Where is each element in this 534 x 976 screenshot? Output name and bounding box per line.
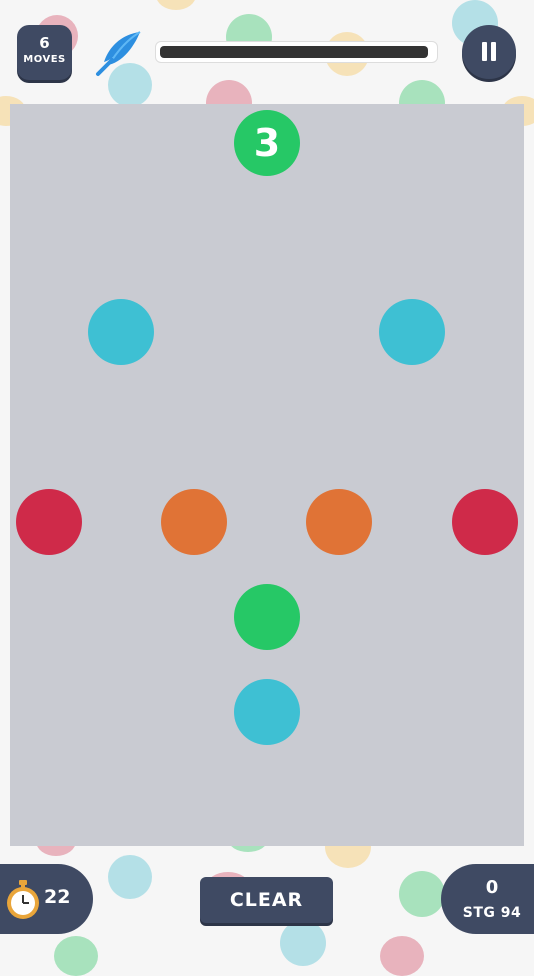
moves-value: 6 xyxy=(39,34,50,52)
score-value: 0 xyxy=(485,877,499,898)
red-dot[interactable] xyxy=(16,489,82,555)
clear-button[interactable]: CLEAR xyxy=(200,877,333,923)
timer-panel: 22 xyxy=(0,864,93,934)
orange-dot[interactable] xyxy=(306,489,372,555)
target-number: 3 xyxy=(253,121,281,165)
cyan-dot[interactable] xyxy=(88,299,154,365)
cyan-dot[interactable] xyxy=(234,679,300,745)
orange-dot[interactable] xyxy=(161,489,227,555)
bg-dot xyxy=(108,855,152,899)
red-dot[interactable] xyxy=(452,489,518,555)
score-panel: 0 STG 94 xyxy=(441,864,534,934)
game-board: 3 xyxy=(10,104,524,846)
feather-icon xyxy=(94,28,144,78)
progress-fill xyxy=(160,46,428,58)
bg-dot xyxy=(156,0,196,10)
cyan-dot[interactable] xyxy=(379,299,445,365)
bg-dot xyxy=(54,936,98,976)
stage-label: STG 94 xyxy=(462,905,522,921)
bg-dot xyxy=(380,936,424,976)
moves-label: MOVES xyxy=(23,54,66,65)
green-dot[interactable] xyxy=(234,584,300,650)
bg-dot xyxy=(280,920,326,966)
stopwatch-icon xyxy=(4,880,42,924)
moves-counter: 6 MOVES xyxy=(17,25,72,80)
timer-value: 22 xyxy=(44,886,71,908)
bg-dot xyxy=(399,871,445,917)
pause-button[interactable] xyxy=(462,25,516,79)
target-dot[interactable]: 3 xyxy=(234,110,300,176)
progress-bar xyxy=(155,41,438,63)
